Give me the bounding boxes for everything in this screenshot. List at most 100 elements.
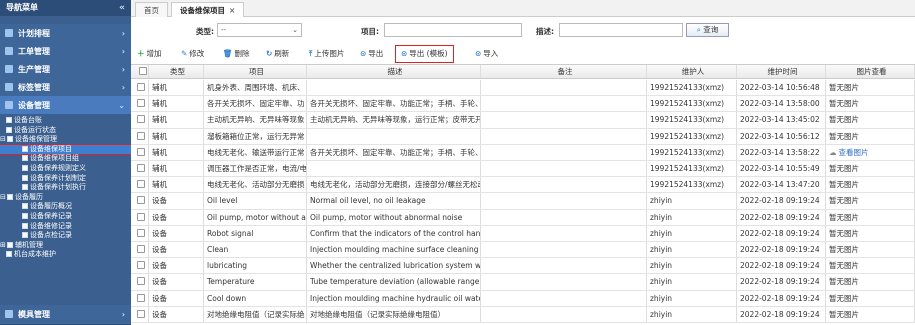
refresh-button[interactable]: ↻ 刷新 — [266, 47, 289, 61]
row-checkbox[interactable] — [137, 115, 145, 124]
column-header[interactable]: 维护时间 — [737, 65, 826, 78]
tree-node[interactable]: ⊟ 设备维保管理 — [0, 135, 131, 145]
tree-node[interactable]: 设备点检记录 — [0, 231, 131, 241]
user-cell: 19921524133(xmz) — [647, 161, 737, 177]
table-row[interactable]: 设备 Oil level Normal oil level, no oil leak… — [131, 193, 915, 210]
tree-node[interactable]: 设备保养计划执行 — [0, 183, 131, 193]
column-header[interactable]: 描述 — [307, 65, 481, 78]
table-row[interactable]: 设备 lubricating Whether the centralized lub… — [131, 258, 915, 275]
import-button-label: 导入 — [483, 49, 499, 58]
tree-node[interactable]: 设备保养规则定义 — [0, 164, 131, 174]
tree-node[interactable]: ⊞ 辅机管理 — [0, 241, 131, 251]
image-cell[interactable]: 暂无图片 — [826, 225, 915, 241]
column-header[interactable]: 维护人 — [647, 65, 737, 78]
table-row[interactable]: 辅机 机身外表、周围环境、机床、 19921524133(xmz) 2022-03-1… — [131, 80, 915, 97]
column-header[interactable]: 图片查看 — [826, 65, 915, 78]
table-row[interactable]: 设备 对地绝缘电阻值（记录实际绝 对地绝缘电阻值（记录实际绝缘电阻值） zhiyin 2… — [131, 306, 915, 323]
sidebar-item-equipment[interactable]: 设备管理 ⌄ — [0, 96, 131, 116]
sidebar-item-production[interactable]: 生产管理 › — [0, 60, 131, 80]
image-cell[interactable]: 暂无图片 — [826, 242, 915, 258]
type-cell: 辅机 — [149, 112, 204, 128]
image-cell[interactable]: 暂无图片 — [826, 209, 915, 225]
desc-input[interactable] — [559, 23, 683, 37]
table-row[interactable]: 辅机电线无老化、活动部分无磨损电线无老化，活动部分无磨损，连接部分/螺丝无松动，… — [131, 177, 915, 194]
item-cell: Oil level — [204, 193, 307, 209]
minus-icon[interactable]: ⊟ — [0, 193, 7, 203]
row-checkbox[interactable] — [137, 180, 145, 189]
plus-icon[interactable]: ⊞ — [0, 241, 7, 251]
export-button[interactable]: ⊙ 导出 — [360, 47, 383, 61]
upload-image-button[interactable]: ⤒ 上传图片 — [309, 47, 344, 61]
table-row[interactable]: 辅机电线无老化、输送带运行正常各开关无损坏、固定牢靠、功能正常；手柄、手轮、操作… — [131, 144, 915, 161]
row-checkbox[interactable] — [137, 196, 145, 205]
row-checkbox[interactable] — [137, 212, 145, 221]
tree-node[interactable]: 设备台账 — [0, 116, 131, 126]
collapse-icon[interactable]: « — [119, 0, 125, 16]
image-cell[interactable]: 暂无图片 — [826, 96, 915, 112]
tree-node[interactable]: 设备维修记录 — [0, 222, 131, 232]
image-cell[interactable]: 暂无图片 — [826, 161, 915, 177]
row-checkbox[interactable] — [137, 277, 145, 286]
tree-node[interactable]: ⊟ 设备履历 — [0, 193, 131, 203]
column-header[interactable]: 项目 — [204, 65, 307, 78]
type-select[interactable]: -- ⌄ — [217, 23, 302, 37]
table-row[interactable]: 辅机 调压器工作是否正常，电流/电 19921524133(xmz) 2022-03-… — [131, 161, 915, 178]
table-row[interactable]: 设备 Oil pump, motor without a Oil pump, mot… — [131, 209, 915, 226]
row-checkbox[interactable] — [137, 164, 145, 172]
image-cell[interactable]: 暂无图片 — [826, 112, 915, 128]
tree-node[interactable]: 机台成本维护 — [0, 250, 131, 260]
select-all-checkbox[interactable] — [138, 67, 147, 75]
column-header[interactable]: 备注 — [481, 65, 647, 78]
row-checkbox[interactable] — [137, 99, 145, 108]
delete-button[interactable]: 🗑 删除 — [223, 47, 250, 61]
table-row[interactable]: 辅机各开关无损坏、固定牢靠、功各开关无损坏、固定牢靠、功能正常；手柄、手轮、操作… — [131, 96, 915, 113]
table-row[interactable]: 设备 Clean Injection moulding machine surfac… — [131, 242, 915, 259]
row-checkbox[interactable] — [137, 228, 145, 237]
table-row[interactable]: 设备 Robot signal Confirm that the indicator… — [131, 225, 915, 242]
query-button[interactable]: ⌕ 查询 — [686, 23, 729, 37]
table-row[interactable]: 设备 Temperature Tube temperature deviation … — [131, 274, 915, 291]
sidebar-item-label-mgmt[interactable]: 标签管理 › — [0, 78, 131, 98]
tree-node[interactable]: 设备保养计划制定 — [0, 174, 131, 184]
item-cell: Cool down — [204, 290, 307, 306]
image-cell[interactable]: 暂无图片 — [826, 290, 915, 306]
table-row[interactable]: 辅机 溜板箱箱位正常，运行无异常 19921524133(xmz) 2022-03-1… — [131, 128, 915, 145]
add-button[interactable]: ＋增加 — [137, 47, 162, 61]
tree-node[interactable]: 设备维保项目组 — [0, 154, 131, 164]
minus-icon[interactable]: ⊟ — [0, 135, 7, 145]
tree-node[interactable]: 设备运行状态 — [0, 126, 131, 136]
image-cell[interactable]: 暂无图片 — [826, 274, 915, 290]
item-input[interactable] — [384, 23, 522, 37]
row-checkbox[interactable] — [137, 83, 145, 91]
row-checkbox-cell — [131, 242, 149, 258]
row-checkbox[interactable] — [137, 147, 145, 156]
import-button[interactable]: ⊙ 导入 — [475, 47, 498, 61]
row-checkbox-cell — [131, 128, 149, 144]
image-cell[interactable]: 暂无图片 — [826, 128, 915, 144]
row-checkbox[interactable] — [137, 261, 145, 270]
row-checkbox[interactable] — [137, 245, 145, 253]
sidebar-item-workorder[interactable]: 工单管理 › — [0, 42, 131, 62]
image-cell[interactable]: 暂无图片 — [826, 80, 915, 96]
image-cell[interactable]: 暂无图片 — [826, 193, 915, 209]
export-template-button[interactable]: ⊙ 导出 (模板) — [395, 45, 454, 63]
tree-node[interactable]: 设备保养记录 — [0, 212, 131, 222]
tab-maintenance-items[interactable]: 设备维保项目 × — [171, 2, 245, 17]
table-row[interactable]: 辅机主动机无异响、无异味等现象主动机无异响、无异味等现象，运行正常；皮带无开裂、… — [131, 112, 915, 129]
image-cell[interactable]: 暂无图片 — [826, 258, 915, 274]
table-row[interactable]: 设备 Cool down Injection moulding machine hy… — [131, 290, 915, 307]
tab-home[interactable]: 首页 — [135, 2, 168, 17]
sidebar-item-plan[interactable]: 计划排程 › — [0, 24, 131, 44]
tree-node-selected[interactable]: 设备维保项目 — [0, 143, 131, 156]
close-icon[interactable]: × — [229, 6, 235, 15]
image-cell[interactable]: ☁ 查看图片 — [826, 144, 915, 160]
row-checkbox[interactable] — [137, 131, 145, 140]
edit-button[interactable]: ✎ 修改 — [181, 47, 204, 61]
image-cell[interactable]: 暂无图片 — [826, 306, 915, 322]
sidebar-item-mold[interactable]: 模具管理 › — [0, 305, 131, 325]
tree-node[interactable]: 设备履历概况 — [0, 202, 131, 212]
column-header[interactable]: 类型 — [149, 65, 204, 78]
image-cell[interactable]: 暂无图片 — [826, 177, 915, 193]
row-checkbox[interactable] — [137, 309, 145, 318]
row-checkbox[interactable] — [137, 293, 145, 302]
